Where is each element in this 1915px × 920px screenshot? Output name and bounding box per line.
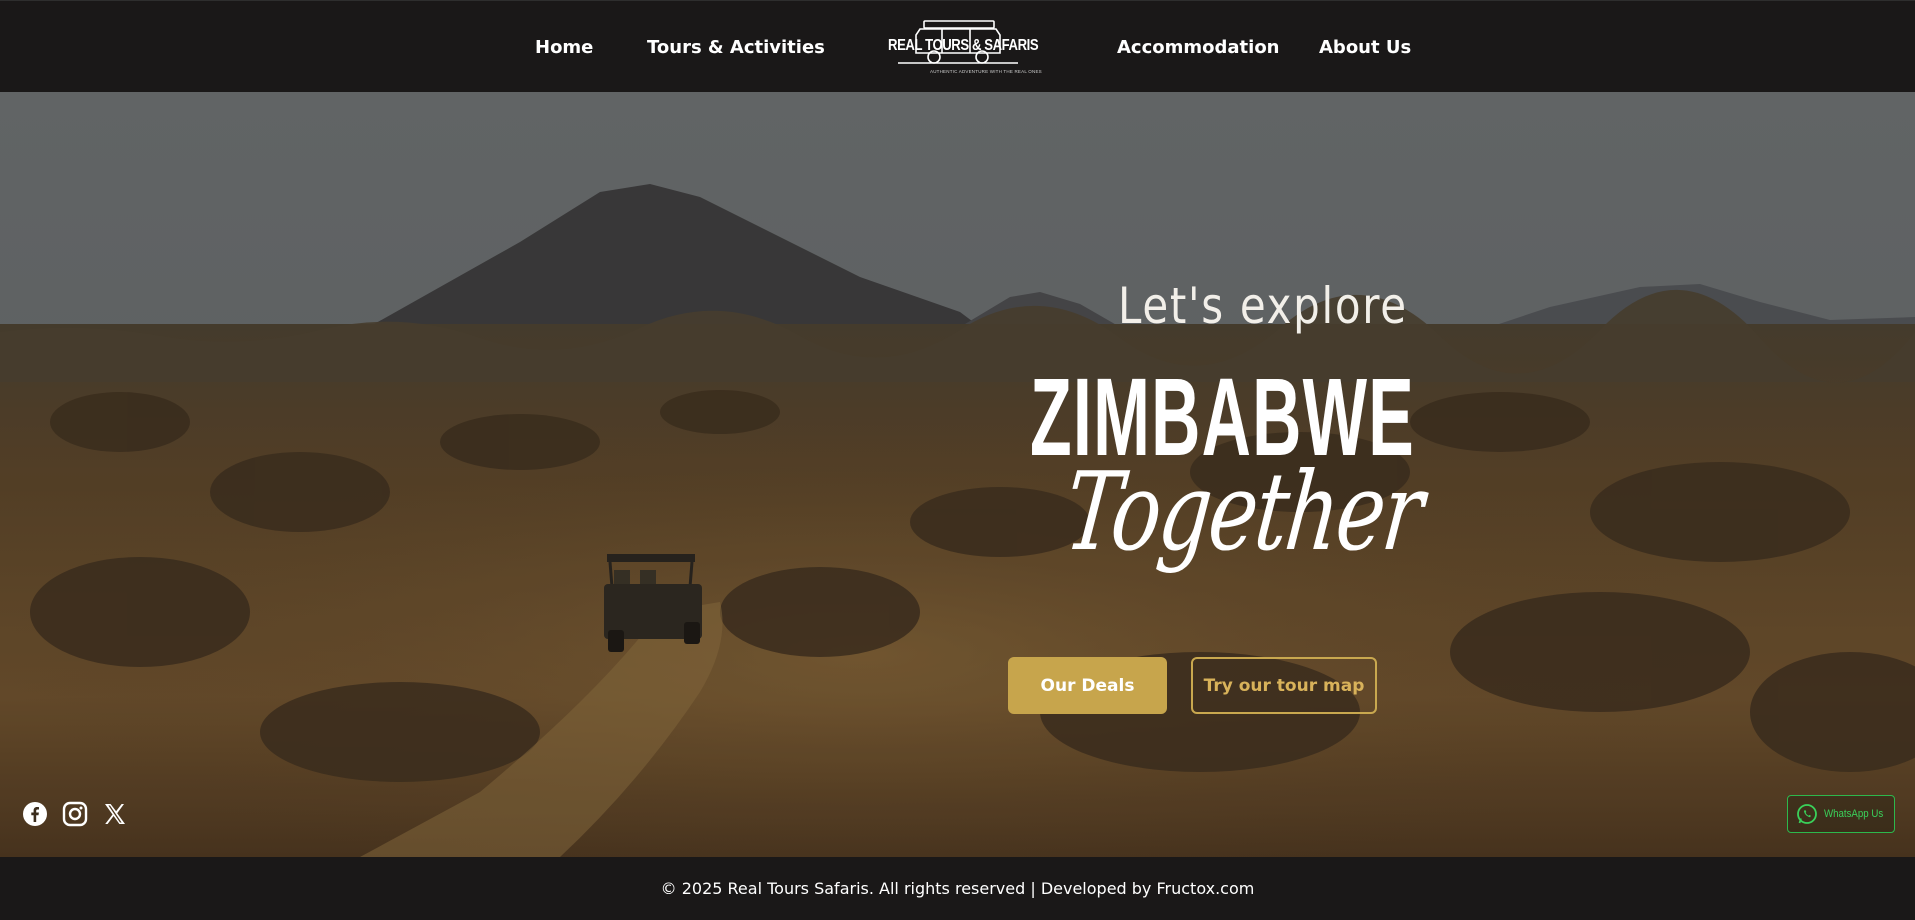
hero-script-title: Together — [1059, 450, 1428, 575]
hero-section: Let's explore ZIMBABWE Together Our Deal… — [0, 92, 1915, 857]
hero-pre-title: Let's explore — [1118, 277, 1408, 335]
site-footer: © 2025 Real Tours Safaris. All rights re… — [0, 857, 1915, 920]
whatsapp-button[interactable]: WhatsApp Us — [1787, 795, 1895, 833]
nav-tours-link[interactable]: Tours & Activities — [647, 37, 825, 58]
site-header: Home Tours & Activities REAL TOURS & SAF… — [0, 0, 1915, 92]
nav-accommodation-link[interactable]: Accommodation — [1117, 37, 1280, 58]
logo-wordmark: REAL TOURS & SAFARIS — [888, 37, 1039, 54]
nav-home-link[interactable]: Home — [535, 37, 593, 58]
tour-map-button[interactable]: Try our tour map — [1191, 657, 1377, 714]
site-logo[interactable]: REAL TOURS & SAFARIS AUTHENTIC ADVENTURE… — [884, 17, 1042, 79]
our-deals-button[interactable]: Our Deals — [1008, 657, 1167, 714]
x-icon[interactable] — [102, 801, 128, 827]
whatsapp-label: WhatsApp Us — [1824, 808, 1884, 820]
nav-about-link[interactable]: About Us — [1319, 37, 1411, 58]
instagram-icon[interactable] — [62, 801, 88, 827]
facebook-icon[interactable] — [22, 801, 48, 827]
copyright-text: © 2025 Real Tours Safaris. All rights re… — [660, 879, 1255, 898]
whatsapp-icon — [1797, 804, 1817, 824]
logo-tagline: AUTHENTIC ADVENTURE WITH THE REAL ONES — [930, 69, 1042, 74]
hero-dim-overlay — [0, 92, 1915, 857]
